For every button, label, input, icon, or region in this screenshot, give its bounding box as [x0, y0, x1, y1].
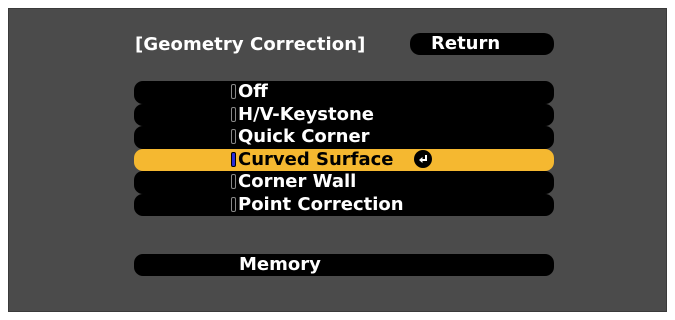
geometry-options-list: Off H/V-Keystone Quick Corner Curved Sur…: [134, 81, 554, 216]
radio-indicator: [231, 129, 236, 144]
radio-indicator-selected: [231, 151, 236, 167]
menu-item-label: H/V-Keystone: [238, 103, 375, 125]
radio-indicator: [231, 196, 236, 212]
menu-title: [Geometry Correction]: [135, 34, 366, 55]
menu-item-point-correction[interactable]: Point Correction: [134, 193, 554, 216]
menu-item-label: Quick Corner: [238, 126, 370, 147]
menu-item-label: Corner Wall: [238, 171, 357, 192]
enter-return-icon: [413, 149, 432, 168]
menu-item-label: Curved Surface: [238, 148, 394, 170]
radio-indicator: [231, 174, 236, 189]
menu-item-corner-wall[interactable]: Corner Wall: [134, 171, 554, 194]
return-button[interactable]: Return: [410, 33, 554, 55]
menu-item-quick-corner[interactable]: Quick Corner: [134, 126, 554, 149]
memory-button[interactable]: Memory: [134, 254, 554, 276]
menu-item-label: Off: [238, 81, 268, 102]
radio-indicator: [231, 84, 236, 99]
menu-item-label: Point Correction: [238, 193, 404, 215]
geometry-correction-screen: [Geometry Correction] Return Off H/V-Key…: [8, 8, 667, 312]
menu-item-curved-surface[interactable]: Curved Surface: [134, 148, 554, 171]
menu-item-off[interactable]: Off: [134, 81, 554, 104]
menu-item-hv-keystone[interactable]: H/V-Keystone: [134, 103, 554, 126]
radio-indicator: [231, 106, 236, 122]
